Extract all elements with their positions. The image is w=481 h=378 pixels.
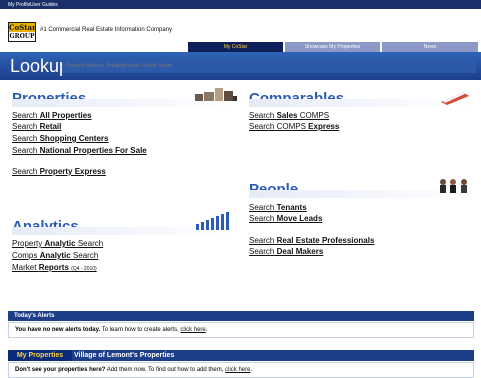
alerts-click-here-link[interactable]: click here <box>180 327 205 333</box>
link-suffix: Search <box>72 251 99 260</box>
property-analytic-search-link[interactable]: Property Analytic Search <box>12 239 103 248</box>
link-prefix: Search <box>12 122 38 131</box>
link-prefix: Property <box>12 239 43 248</box>
lookup-title: Lookup <box>10 56 70 76</box>
user-guides-link[interactable]: User Guides <box>30 2 58 8</box>
my-properties-panel: Don't see your properties here? Add them… <box>8 362 474 378</box>
link-bold: Express <box>308 122 340 131</box>
link-bold: National Properties For Sale <box>39 146 147 155</box>
link-prefix: Search <box>12 146 38 155</box>
costar-logo[interactable]: CoStar GROUP <box>8 22 36 42</box>
link-prefix: Comps <box>12 251 38 260</box>
search-sales-comps-link[interactable]: Search Sales COMPS <box>249 111 329 120</box>
logo-text-line1: CoStar <box>9 23 36 32</box>
tab-my-costar[interactable]: My CoStar <box>188 42 283 52</box>
link-prefix: Search <box>249 236 275 245</box>
my-profile-link[interactable]: My Profile <box>8 2 30 8</box>
top-nav-bar: My Profile User Guides <box>0 0 481 9</box>
bar-chart-icon <box>196 212 230 230</box>
link-bold: All Properties <box>39 111 92 120</box>
market-reports-link[interactable]: Market Reports (Q4 - 2010) <box>12 263 97 272</box>
search-move-leads-link[interactable]: Search Move Leads <box>249 214 322 223</box>
search-deal-makers-link[interactable]: Search Deal Makers <box>249 247 323 256</box>
alerts-message-text: To learn how to create alerts, <box>101 327 179 333</box>
link-suffix: Search <box>77 239 104 248</box>
link-prefix: Search <box>249 203 275 212</box>
todays-alerts-header: Today's Alerts <box>8 311 474 321</box>
todays-alerts-panel: You have no new alerts today. To learn h… <box>8 322 474 338</box>
lookup-search-input[interactable] <box>62 59 476 73</box>
link-bold: Analytic <box>39 251 71 260</box>
properties-message-text: Add them now. To find out how to add the… <box>106 367 224 373</box>
link-bold: Move Leads <box>276 214 323 223</box>
link-prefix: Search <box>12 134 38 143</box>
link-prefix: Market <box>12 263 37 272</box>
logo-text-line2: GROUP <box>9 32 35 41</box>
people-icon <box>437 178 471 194</box>
link-bold: Analytic <box>44 239 76 248</box>
link-prefix: Search <box>249 122 275 131</box>
tab-showcase-my-properties[interactable]: Showcase My Properties <box>285 42 380 52</box>
search-retail-link[interactable]: Search Retail <box>12 122 61 131</box>
properties-click-here-link[interactable]: click here <box>225 367 250 373</box>
search-property-express-link[interactable]: Search Property Express <box>12 167 106 176</box>
comparables-divider <box>249 99 471 107</box>
link-bold: Deal Makers <box>276 247 324 256</box>
search-all-properties-link[interactable]: Search All Properties <box>12 111 92 120</box>
link-prefix: Search <box>12 167 38 176</box>
link-prefix: Search <box>12 111 38 120</box>
buildings-icon <box>195 86 237 102</box>
my-properties-tabs: My Properties Village of Lemont's Proper… <box>8 350 474 361</box>
tab-village-of-lemonts-properties[interactable]: Village of Lemont's Properties <box>74 350 174 361</box>
alerts-message-bold: You have no new alerts today. <box>15 327 101 333</box>
link-bold: Tenants <box>276 203 307 212</box>
tab-my-properties[interactable]: My Properties <box>8 350 72 361</box>
link-bold: Real Estate Professionals <box>276 236 375 245</box>
link-mid: COMPS <box>276 122 306 131</box>
market-reports-date: (Q4 - 2010) <box>71 266 97 272</box>
main-tabs: My CoStar Showcase My Properties News <box>188 42 478 52</box>
link-bold: Property Express <box>39 167 106 176</box>
search-real-estate-professionals-link[interactable]: Search Real Estate Professionals <box>249 236 374 245</box>
search-comps-express-link[interactable]: Search COMPS Express <box>249 122 339 131</box>
lookup-bar: Lookup <box>0 52 481 80</box>
search-national-properties-for-sale-link[interactable]: Search National Properties For Sale <box>12 146 147 155</box>
link-suffix: COMPS <box>299 111 330 120</box>
search-shopping-centers-link[interactable]: Search Shopping Centers <box>12 134 108 143</box>
link-prefix: Search <box>249 111 275 120</box>
link-bold: Reports <box>38 263 69 272</box>
link-bold: Sales <box>276 111 298 120</box>
tab-news[interactable]: News <box>382 42 478 52</box>
properties-message-bold: Don't see your properties here? <box>15 367 106 373</box>
comps-analytic-search-link[interactable]: Comps Analytic Search <box>12 251 98 260</box>
link-bold: Retail <box>39 122 62 131</box>
documents-icon <box>439 90 471 106</box>
link-prefix: Search <box>249 214 275 223</box>
link-bold: Shopping Centers <box>39 134 109 143</box>
tagline: #1 Commercial Real Estate Information Co… <box>40 27 173 33</box>
link-prefix: Search <box>249 247 275 256</box>
search-tenants-link[interactable]: Search Tenants <box>249 203 307 212</box>
